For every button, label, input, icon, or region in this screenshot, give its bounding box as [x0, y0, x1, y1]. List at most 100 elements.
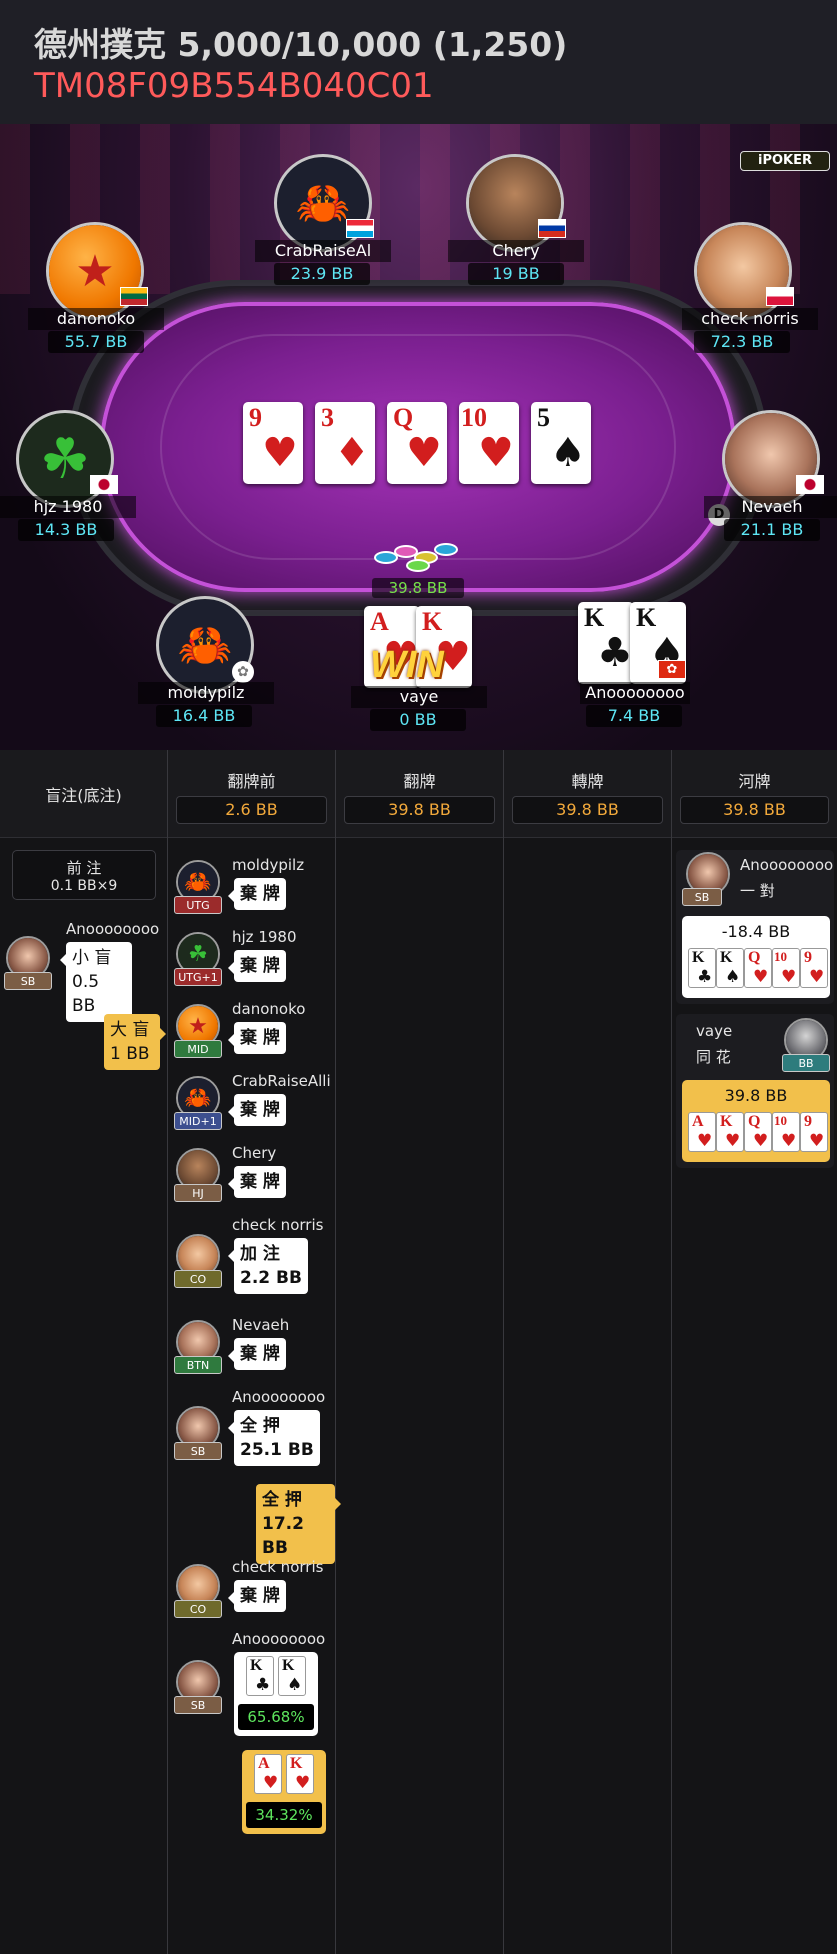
win-badge: WIN: [370, 644, 444, 686]
column-preflop: 翻牌前 2.6 BB 🦀 UTG moldypilz 棄 牌 ☘ UTG+1 h…: [168, 750, 341, 1954]
hand-rank: 一 對: [740, 882, 775, 900]
street-pot: 39.8 BB: [680, 796, 829, 824]
mini-card: 10 ♥: [772, 1112, 800, 1152]
result-amount: 39.8 BB: [724, 1086, 788, 1105]
player-name: check norris: [232, 1216, 324, 1234]
hole-card: K ♣: [578, 602, 634, 684]
ipoker-logo: iPOKER: [740, 151, 830, 171]
position-badge: CO: [174, 1600, 222, 1618]
result-box: -18.4 BB K ♣ K ♠ Q ♥ 10 ♥ 9 ♥: [682, 916, 830, 998]
player-name: check norris: [232, 1558, 324, 1576]
hand-history: 盲注(底注) 前 注 0.1 BB×9 SB Anoooooooo 小 盲 0.5…: [0, 750, 837, 1954]
action-bubble: 全 押 17.2 BB: [256, 1484, 341, 1564]
board-card: 3 ♦: [315, 402, 375, 484]
column-header: 盲注(底注): [0, 750, 167, 838]
column-header: 河牌 39.8 BB: [672, 750, 837, 838]
result-box: 39.8 BB A ♥ K ♥ Q ♥ 10 ♥ 9 ♥: [682, 1080, 830, 1162]
player-name: danonoko: [28, 308, 164, 330]
mini-card: 9 ♥: [800, 948, 828, 988]
mini-card: K ♥: [716, 1112, 744, 1152]
showdown-box: K ♣ K ♠ 65.68%: [234, 1652, 318, 1736]
equity-value: 34.32%: [246, 1802, 322, 1828]
flower-icon: ✿: [232, 661, 254, 683]
position-badge: SB: [174, 1442, 222, 1460]
player-name: moldypilz: [138, 682, 274, 704]
showdown-box: A ♥ K ♥ 34.32%: [242, 1750, 326, 1834]
player-name: vaye: [696, 1022, 733, 1040]
player-name: Nevaeh: [704, 496, 837, 518]
column-river: 河牌 39.8 BB SB Anoooooooo 一 對 -18.4 BB K ♣…: [672, 750, 837, 1954]
player-name: Anoooooooo: [740, 856, 834, 874]
street-pot: 39.8 BB: [344, 796, 495, 824]
player-name: hjz 1980: [0, 496, 136, 518]
board-card: 9 ♥: [243, 402, 303, 484]
pot-chips: [374, 537, 466, 575]
japan-flag-icon: [90, 475, 118, 494]
column-turn: 轉牌 39.8 BB: [504, 750, 672, 1954]
action-bubble: 棄 牌: [228, 1580, 286, 1612]
board-card: 5 ♠: [531, 402, 591, 484]
position-badge: SB: [4, 972, 52, 990]
poland-flag-icon: [766, 287, 794, 306]
mini-card: K ♣: [246, 1656, 274, 1696]
action-bubble: 小 盲 0.5 BB: [60, 942, 132, 1022]
mini-card: Q ♥: [744, 948, 772, 988]
mini-card: Q ♥: [744, 1112, 772, 1152]
column-flop: 翻牌 39.8 BB: [336, 750, 504, 1954]
column-header: 翻牌 39.8 BB: [336, 750, 503, 838]
mini-card: K ♠: [716, 948, 744, 988]
player-stack: 16.4 BB: [156, 705, 252, 727]
hongkong-flag-icon: ✿: [658, 660, 686, 679]
position-badge: UTG+1: [174, 968, 222, 986]
player-name: hjz 1980: [232, 928, 297, 946]
player-name: CrabRaiseAlli: [232, 1072, 331, 1090]
action-bubble: 棄 牌: [228, 878, 286, 910]
position-badge: UTG: [174, 896, 222, 914]
player-stack: 0 BB: [370, 709, 466, 731]
position-badge: SB: [174, 1696, 222, 1714]
position-badge: BTN: [174, 1356, 222, 1374]
player-name: Anoooooooo: [66, 920, 160, 938]
mini-card: A ♥: [688, 1112, 716, 1152]
position-badge: MID+1: [174, 1112, 222, 1130]
player-name: Chery: [448, 240, 584, 262]
ante-box: 前 注 0.1 BB×9: [12, 850, 156, 900]
action-bubble: 棄 牌: [228, 1166, 286, 1198]
mini-card: 9 ♥: [800, 1112, 828, 1152]
player-stack: 21.1 BB: [724, 519, 820, 541]
player-name: Nevaeh: [232, 1316, 290, 1334]
player-name: CrabRaiseAl: [255, 240, 391, 262]
position-badge: CO: [174, 1270, 222, 1288]
result-block: SB Anoooooooo 一 對 -18.4 BB K ♣ K ♠ Q ♥ 10 ♥ …: [676, 850, 834, 1004]
action-bubble: 加 注 2.2 BB: [228, 1238, 308, 1294]
japan-flag-icon: [796, 475, 824, 494]
result-block: vaye 同 花 BB 39.8 BB A ♥ K ♥ Q ♥ 10 ♥ 9 ♥: [676, 1014, 834, 1168]
action-bubble: 全 押 25.1 BB: [228, 1410, 320, 1466]
result-amount: -18.4 BB: [721, 922, 791, 941]
position-badge: HJ: [174, 1184, 222, 1202]
action-bubble: 大 盲1 BB: [104, 1014, 166, 1070]
player-stack: 19 BB: [468, 263, 564, 285]
lithuania-flag-icon: [120, 287, 148, 306]
action-bubble: 棄 牌: [228, 1022, 286, 1054]
hand-rank: 同 花: [696, 1048, 731, 1066]
position-badge: BB: [782, 1054, 830, 1072]
player-name: Chery: [232, 1144, 277, 1162]
action-bubble: 棄 牌: [228, 1094, 286, 1126]
board-card: 10 ♥: [459, 402, 519, 484]
column-blinds: 盲注(底注) 前 注 0.1 BB×9 SB Anoooooooo 小 盲 0.5…: [0, 750, 168, 1954]
player-stack: 7.4 BB: [586, 705, 682, 727]
luxembourg-flag-icon: [346, 219, 374, 238]
mini-card: A ♥: [254, 1754, 282, 1794]
mini-card: 10 ♥: [772, 948, 800, 988]
player-name: danonoko: [232, 1000, 306, 1018]
player-name: Anoooooooo: [232, 1630, 326, 1648]
mini-card: K ♥: [286, 1754, 314, 1794]
street-pot: 39.8 BB: [512, 796, 663, 824]
player-stack: 14.3 BB: [18, 519, 114, 541]
street-pot: 2.6 BB: [176, 796, 327, 824]
player-name: Anoooooooo: [580, 682, 690, 704]
russia-flag-icon: [538, 219, 566, 238]
player-name: moldypilz: [232, 856, 305, 874]
column-header: 轉牌 39.8 BB: [504, 750, 671, 838]
